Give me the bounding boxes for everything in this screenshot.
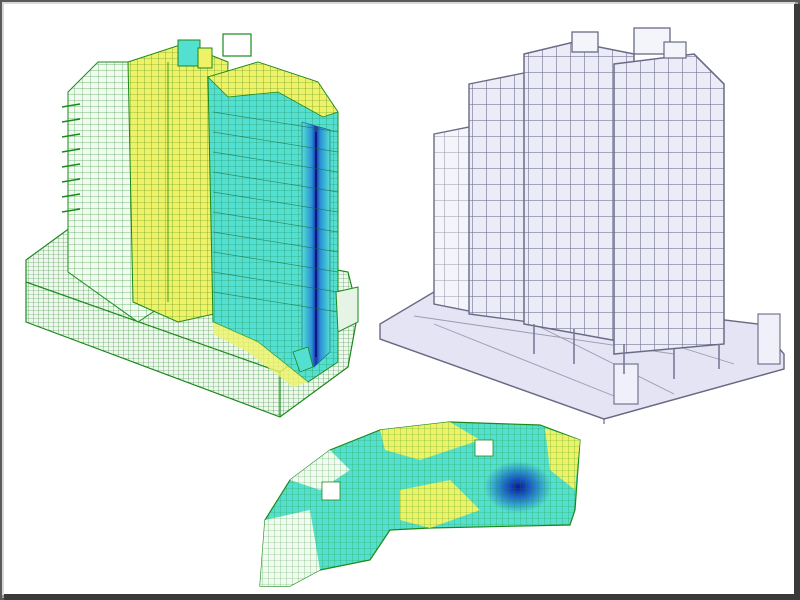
frame-shadow-bottom bbox=[4, 594, 800, 600]
wireframe-tower-model bbox=[374, 24, 792, 424]
floor-slab-model bbox=[250, 410, 600, 590]
frame-shadow-right bbox=[794, 4, 800, 600]
floor-slab-svg bbox=[259, 421, 581, 587]
wireframe-tower-svg bbox=[379, 27, 785, 424]
fea-tower-model bbox=[18, 22, 368, 422]
fea-tower-svg bbox=[25, 33, 359, 418]
